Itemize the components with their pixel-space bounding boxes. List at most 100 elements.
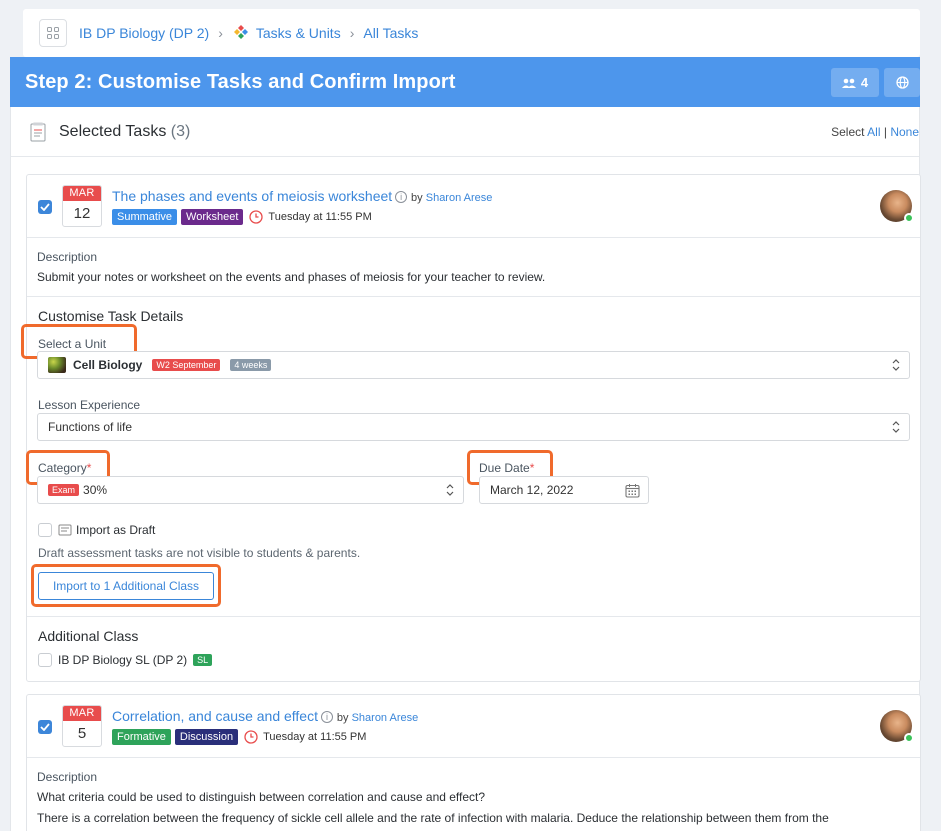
task-header: MAR 5 Correlation, and cause and effect i…: [27, 695, 920, 758]
calendar-icon[interactable]: [625, 483, 640, 498]
puzzle-icon: [232, 24, 250, 42]
page-title: Step 2: Customise Tasks and Confirm Impo…: [25, 70, 456, 93]
calendar-day: 5: [77, 725, 87, 742]
due-date-input[interactable]: March 12, 2022: [479, 476, 649, 504]
draft-note: Draft assessment tasks are not visible t…: [38, 546, 361, 560]
due-date-label-text: Due Date: [479, 461, 530, 475]
select-all-link[interactable]: All: [867, 125, 880, 139]
step-header: Step 2: Customise Tasks and Confirm Impo…: [10, 57, 920, 107]
due-date-label: Due Date*: [479, 461, 534, 475]
due-date-calendar-badge: MAR 5: [62, 705, 102, 747]
description-label: Description: [37, 250, 98, 264]
apps-grid-icon[interactable]: [39, 19, 67, 47]
calendar-month: MAR: [63, 186, 101, 201]
task-due-text: Tuesday at 11:55 PM: [263, 731, 367, 743]
task-description: Description Submit your notes or workshe…: [27, 238, 920, 297]
required-asterisk: *: [529, 461, 535, 475]
globe-button[interactable]: [884, 68, 920, 97]
divider: [27, 616, 920, 617]
category-label: Category*: [38, 461, 91, 475]
selected-tasks-count: (3): [170, 122, 191, 140]
task-due: Tuesday at 11:55 PM: [244, 730, 366, 744]
students-count: 4: [860, 75, 869, 90]
info-icon[interactable]: i: [321, 711, 333, 723]
selected-tasks-title: Selected Tasks (3): [59, 123, 190, 141]
draft-icon: [58, 524, 72, 536]
selected-tasks-panel: Selected Tasks (3) Select All | None MAR…: [10, 107, 921, 831]
task-tags: Summative Worksheet Tuesday at 11:55 PM: [112, 209, 372, 225]
breadcrumb-tasks-units-link[interactable]: Tasks & Units: [256, 25, 341, 41]
author-link[interactable]: Sharon Arese: [426, 192, 493, 204]
by-label: by: [336, 712, 349, 724]
import-as-draft-label: Import as Draft: [76, 523, 156, 537]
task-checkbox[interactable]: [38, 200, 52, 214]
task-card: MAR 12 The phases and events of meiosis …: [21, 174, 921, 682]
task-card: MAR 5 Correlation, and cause and effect i…: [26, 694, 921, 831]
import-as-draft-row: Import as Draft: [58, 523, 155, 537]
students-count-button[interactable]: 4: [831, 68, 879, 97]
clock-icon: [249, 210, 264, 224]
task-kind-badge: Discussion: [174, 729, 239, 745]
breadcrumb-all-tasks-link[interactable]: All Tasks: [363, 25, 418, 41]
breadcrumb-course-link[interactable]: IB DP Biology (DP 2): [79, 25, 209, 41]
people-icon: [841, 78, 856, 88]
task-type-badge: Formative: [112, 729, 171, 745]
unit-thumbnail-icon: [48, 357, 66, 373]
chevron-right-icon: ›: [349, 25, 355, 41]
required-asterisk: *: [86, 461, 92, 475]
description-label: Description: [37, 770, 98, 784]
due-date-calendar-badge: MAR 12: [62, 185, 102, 227]
clock-icon: [244, 730, 258, 744]
due-date-value: March 12, 2022: [490, 483, 574, 497]
unit-week-badge: W2 September: [152, 359, 221, 371]
unit-duration-badge: 4 weeks: [230, 359, 272, 371]
unit-select[interactable]: Cell Biology W2 September 4 weeks: [37, 351, 910, 379]
category-exam-badge: Exam: [48, 484, 80, 496]
task-kind-badge: Worksheet: [181, 209, 244, 225]
task-title-link[interactable]: The phases and events of meiosis workshe…: [112, 188, 392, 204]
task-type-badge: Summative: [112, 209, 178, 225]
lesson-label: Lesson Experience: [38, 398, 141, 412]
check-icon: [40, 203, 50, 211]
author-link[interactable]: Sharon Arese: [352, 712, 419, 724]
by-label: by: [411, 192, 423, 204]
description-text-2: There is a correlation between the frequ…: [37, 811, 829, 825]
additional-class-row: IB DP Biology SL (DP 2) SL: [58, 653, 213, 667]
task-title-row: Correlation, and cause and effect i by Sh…: [112, 708, 418, 724]
task-tags: Formative Discussion Tuesday at 11:55 PM: [112, 729, 366, 745]
select-separator: |: [883, 125, 887, 139]
breadcrumb: IB DP Biology (DP 2) › Tasks & Units › A…: [23, 9, 920, 57]
avatar: [880, 710, 914, 743]
select-label: Select: [831, 125, 865, 139]
online-status-dot: [904, 213, 914, 223]
select-updown-icon: [892, 359, 900, 371]
task-due-text: Tuesday at 11:55 PM: [268, 211, 372, 223]
select-updown-icon: [892, 421, 900, 433]
unit-value: Cell Biology: [73, 358, 143, 372]
import-as-draft-checkbox[interactable]: [38, 523, 52, 537]
select-none-link[interactable]: None: [890, 125, 919, 139]
avatar: [880, 190, 914, 223]
chevron-right-icon: ›: [218, 25, 223, 41]
customise-title: Customise Task Details: [38, 308, 184, 324]
globe-icon: [895, 76, 909, 89]
description-text: What criteria could be used to distingui…: [37, 790, 486, 804]
task-title-link[interactable]: Correlation, and cause and effect: [112, 708, 318, 724]
task-author: by Sharon Arese: [411, 192, 492, 204]
check-icon: [40, 723, 50, 731]
online-status-dot: [904, 733, 914, 743]
calendar-day: 12: [73, 205, 91, 222]
additional-class-checkbox[interactable]: [38, 653, 52, 667]
unit-label: Select a Unit: [38, 337, 107, 351]
category-select[interactable]: Exam 30%: [37, 476, 464, 504]
task-checkbox[interactable]: [38, 720, 52, 734]
additional-class-label: IB DP Biology SL (DP 2): [58, 653, 188, 667]
info-icon[interactable]: i: [395, 191, 408, 203]
select-updown-icon: [446, 484, 454, 496]
category-label-text: Category: [38, 461, 87, 475]
lesson-select[interactable]: Functions of life: [37, 413, 910, 441]
task-description: Description What criteria could be used …: [27, 758, 920, 831]
import-additional-class-button[interactable]: Import to 1 Additional Class: [38, 572, 214, 600]
additional-class-title: Additional Class: [38, 628, 139, 644]
description-text: Submit your notes or worksheet on the ev…: [37, 270, 546, 284]
